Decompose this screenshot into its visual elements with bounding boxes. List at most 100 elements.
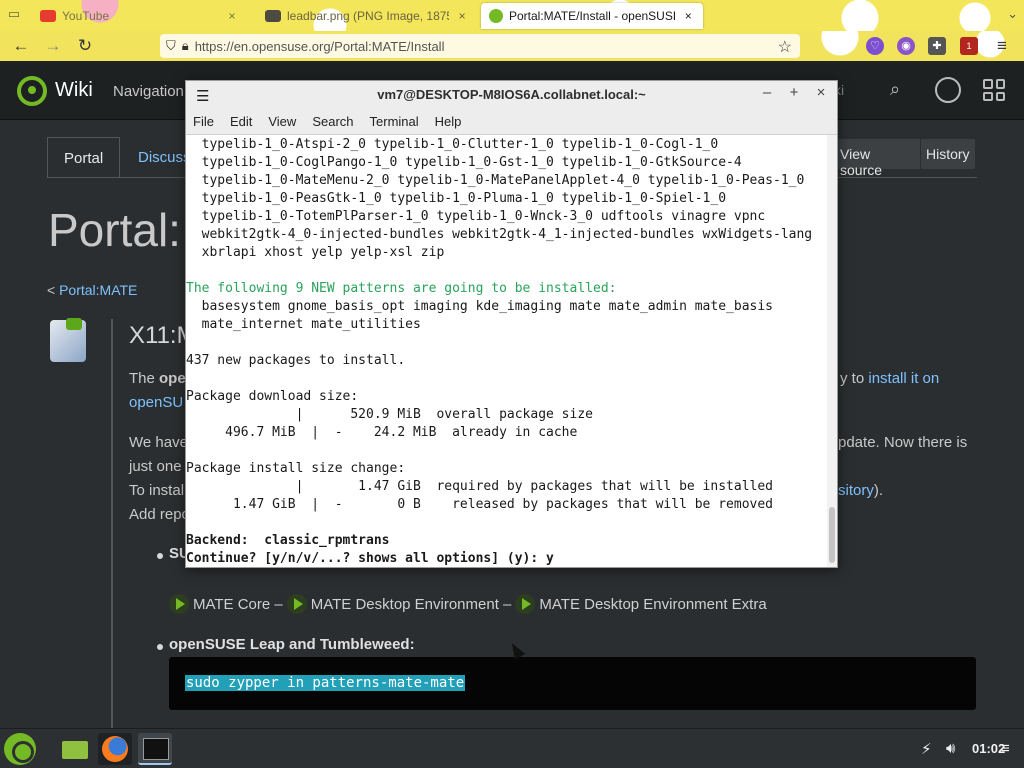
extensions-icon[interactable]: ✚ xyxy=(928,37,946,55)
account-icon[interactable]: ◉ xyxy=(897,37,915,55)
minimize-icon[interactable]: – xyxy=(758,84,776,104)
terminal-line: typelib-1_0-MateMenu-2_0 typelib-1_0-Mat… xyxy=(186,173,805,188)
para2-end-text: ). xyxy=(873,482,884,499)
window-controls-icon[interactable]: ⌄ xyxy=(1007,6,1018,22)
file-manager-icon[interactable] xyxy=(58,733,92,765)
menu-edit[interactable]: Edit xyxy=(230,114,252,129)
para2-line-2: just one xyxy=(129,458,182,475)
list-bullet xyxy=(157,644,163,650)
ublock-badge: 1 xyxy=(966,41,972,51)
menu-file[interactable]: File xyxy=(193,114,214,129)
tab-portal-mate-install[interactable]: Portal:MATE/Install - openSUSE × xyxy=(481,3,703,29)
tab-history[interactable]: History xyxy=(921,139,975,169)
tab-title: Portal:MATE/Install - openSUSE xyxy=(509,9,676,23)
command-code-block: sudo zypper in patterns-mate-mate xyxy=(169,657,976,710)
lock-icon[interactable]: 🔒︎ xyxy=(182,38,189,54)
menu-help[interactable]: Help xyxy=(435,114,462,129)
start-menu-icon[interactable] xyxy=(4,733,36,765)
tab-portal[interactable]: Portal xyxy=(47,137,121,177)
search-icon[interactable]: ⌕ xyxy=(890,79,900,100)
terminal-prompt-line[interactable]: Continue? [y/n/v/...? shows all options]… xyxy=(186,550,812,567)
terminal-taskbar-icon[interactable] xyxy=(138,733,172,765)
terminal-line: mate_internet mate_utilities xyxy=(186,317,421,332)
terminal-line: typelib-1_0-Atspi-2_0 typelib-1_0-Clutte… xyxy=(186,137,719,152)
tab-close-icon[interactable]: × xyxy=(455,9,469,23)
terminal-line: 496.7 MiB | - 24.2 MiB already in cache xyxy=(186,425,578,440)
tab-list-icon[interactable]: ▭ xyxy=(4,6,24,24)
mate-desktop-link[interactable]: MATE Desktop Environment – xyxy=(311,596,512,613)
terminal-line: Backend: classic_rpmtrans xyxy=(186,533,390,548)
terminal-line: typelib-1_0-TotemPlParser-1_0 typelib-1_… xyxy=(186,209,766,224)
zypper-command[interactable]: sudo zypper in patterns-mate-mate xyxy=(185,675,466,691)
para2-line-1-end: pdate. Now there is xyxy=(838,434,968,451)
maximize-icon[interactable]: + xyxy=(785,84,803,104)
intro-line-1: The ope xyxy=(129,367,186,391)
menu-search[interactable]: Search xyxy=(312,114,353,129)
opensuse-favicon-icon xyxy=(489,9,503,23)
terminal-line: webkit2gtk-4_0-injected-bundles webkit2g… xyxy=(186,227,813,242)
page-title: Portal: xyxy=(48,204,181,256)
opensuse-logo-icon[interactable] xyxy=(17,76,47,106)
one-click-install-icon[interactable] xyxy=(169,594,189,614)
menu-terminal[interactable]: Terminal xyxy=(370,114,419,129)
user-account-icon[interactable] xyxy=(935,77,961,103)
firefox-icon[interactable] xyxy=(98,733,132,765)
opensuse-link[interactable]: openSU xyxy=(129,394,183,411)
package-cd-icon xyxy=(50,318,86,362)
terminal-line: The following 9 NEW patterns are going t… xyxy=(186,281,617,296)
terminal-line: basesystem gnome_basis_opt imaging kde_i… xyxy=(186,299,773,314)
navigation-menu[interactable]: Navigation xyxy=(113,83,184,100)
close-icon[interactable]: × xyxy=(812,84,830,104)
shield-icon[interactable]: ⛉ xyxy=(166,38,176,54)
terminal-window[interactable]: ☰ vm7@DESKTOP-M8IOS6A.collabnet.local:~ … xyxy=(185,80,838,568)
install-link[interactable]: install it on xyxy=(868,370,939,387)
wiki-site-title[interactable]: Wiki xyxy=(55,79,93,102)
intro-text-to: y to xyxy=(840,370,865,387)
terminal-line: | 1.47 GiB required by packages that wil… xyxy=(186,479,773,494)
mate-core-link[interactable]: MATE Core – xyxy=(193,596,283,613)
ublock-icon[interactable]: 1 xyxy=(960,37,978,55)
para2-line-3: To instal xyxy=(129,482,185,499)
reload-icon[interactable]: ↻ xyxy=(73,35,97,57)
tab-youtube[interactable]: YouTube × xyxy=(32,3,247,29)
menu-view[interactable]: View xyxy=(268,114,296,129)
breadcrumb-link-portal-mate[interactable]: Portal:MATE xyxy=(59,282,137,298)
app-menu-icon[interactable]: ≡ xyxy=(990,35,1014,57)
address-bar[interactable]: ⛉ 🔒︎ https://en.opensuse.org/Portal:MATE… xyxy=(160,34,800,58)
tab-close-icon[interactable]: × xyxy=(681,9,695,23)
terminal-line: 1.47 GiB | - 0 B released by packages th… xyxy=(186,497,773,512)
repository-link[interactable]: sitory xyxy=(838,482,874,499)
intro-text: The xyxy=(129,370,160,387)
tab-leadbar-image[interactable]: leadbar.png (PNG Image, 1875 × xyxy=(257,3,477,29)
image-favicon-icon xyxy=(265,10,281,22)
back-arrow-icon[interactable]: ← xyxy=(9,35,33,57)
tab-view-source[interactable]: View source xyxy=(832,139,920,178)
tab-close-icon[interactable]: × xyxy=(225,9,239,23)
url-text[interactable]: https://en.opensuse.org/Portal:MATE/Inst… xyxy=(195,39,445,54)
para2-line-4: Add repo xyxy=(129,506,190,523)
tab-title: YouTube xyxy=(62,9,110,23)
menu-icon[interactable]: ≡ xyxy=(1001,740,1010,757)
breadcrumb-prefix: < xyxy=(47,282,56,298)
pocket-icon[interactable]: ♡ xyxy=(866,37,884,55)
intro-line-1-end: y to install it on xyxy=(840,367,939,391)
youtube-favicon-icon xyxy=(40,10,56,22)
volume-icon[interactable]: 🔊︎ xyxy=(946,740,955,757)
taskbar: ⚡︎ 🔊︎ 01:02 ≡ xyxy=(0,728,1024,768)
one-click-install-icon[interactable] xyxy=(286,594,307,614)
terminal-line: 437 new packages to install. xyxy=(186,353,406,368)
mate-desktop-extra-link[interactable]: MATE Desktop Environment Extra xyxy=(539,596,766,613)
bookmark-star-icon[interactable]: ☆ xyxy=(778,37,792,57)
forward-arrow-icon[interactable]: → xyxy=(41,35,65,57)
terminal-line: typelib-1_0-PeasGtk-1_0 typelib-1_0-Plum… xyxy=(186,191,727,206)
apps-grid-icon[interactable] xyxy=(983,79,1005,101)
browser-tab-bar: ▭ YouTube × leadbar.png (PNG Image, 1875… xyxy=(0,0,1024,31)
terminal-scrollbar[interactable] xyxy=(827,135,837,567)
scrollbar-thumb[interactable] xyxy=(829,507,835,563)
terminal-output[interactable]: typelib-1_0-Atspi-2_0 typelib-1_0-Clutte… xyxy=(186,135,827,567)
one-click-install-icon[interactable] xyxy=(515,594,536,614)
network-icon[interactable]: ⚡︎ xyxy=(921,740,932,758)
terminal-titlebar[interactable]: ☰ vm7@DESKTOP-M8IOS6A.collabnet.local:~ … xyxy=(186,81,837,108)
